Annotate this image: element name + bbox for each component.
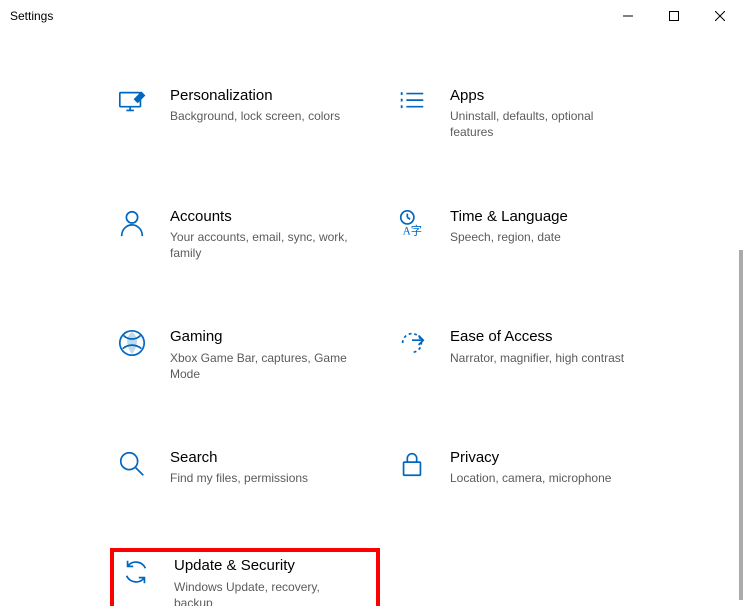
titlebar: Settings [0, 0, 743, 32]
accounts-icon [116, 207, 148, 239]
tile-title: Accounts [170, 207, 350, 227]
tile-title: Apps [450, 86, 630, 106]
tile-desc: Background, lock screen, colors [170, 108, 340, 124]
tile-title: Privacy [450, 448, 611, 468]
svg-text:A字: A字 [403, 223, 422, 237]
tile-accounts[interactable]: Accounts Your accounts, email, sync, wor… [110, 203, 380, 274]
tile-privacy[interactable]: Privacy Location, camera, microphone [390, 444, 660, 498]
tile-ease-of-access[interactable]: Ease of Access Narrator, magnifier, high… [390, 323, 660, 394]
tile-personalization[interactable]: Personalization Background, lock screen,… [110, 82, 380, 153]
tile-title: Search [170, 448, 308, 468]
tile-desc: Narrator, magnifier, high contrast [450, 350, 624, 366]
tile-desc: Windows Update, recovery, backup [174, 579, 354, 606]
apps-icon [396, 86, 428, 118]
tile-title: Ease of Access [450, 327, 624, 347]
tile-desc: Find my files, permissions [170, 470, 308, 486]
tile-desc: Location, camera, microphone [450, 470, 611, 486]
tile-title: Gaming [170, 327, 350, 347]
tile-desc: Speech, region, date [450, 229, 568, 245]
scrollbar[interactable] [739, 250, 743, 600]
tile-apps[interactable]: Apps Uninstall, defaults, optional featu… [390, 82, 660, 153]
personalization-icon [116, 86, 148, 118]
tile-title: Personalization [170, 86, 340, 106]
tile-gaming[interactable]: Gaming Xbox Game Bar, captures, Game Mod… [110, 323, 380, 394]
maximize-button[interactable] [651, 0, 697, 32]
gaming-icon [116, 327, 148, 359]
tile-desc: Xbox Game Bar, captures, Game Mode [170, 350, 350, 382]
tile-update-security[interactable]: Update & Security Windows Update, recove… [110, 548, 380, 606]
update-icon [120, 556, 152, 588]
tile-search[interactable]: Search Find my files, permissions [110, 444, 380, 498]
settings-grid: Personalization Background, lock screen,… [0, 32, 743, 606]
tile-title: Time & Language [450, 207, 568, 227]
ease-of-access-icon [396, 327, 428, 359]
lock-icon [396, 448, 428, 480]
tile-title: Update & Security [174, 556, 354, 576]
close-button[interactable] [697, 0, 743, 32]
tile-desc: Your accounts, email, sync, work, family [170, 229, 350, 261]
minimize-button[interactable] [605, 0, 651, 32]
window-title: Settings [10, 9, 53, 23]
time-language-icon: A字 [396, 207, 428, 239]
search-icon [116, 448, 148, 480]
window-controls [605, 0, 743, 32]
tile-time-language[interactable]: A字 Time & Language Speech, region, date [390, 203, 660, 274]
tile-desc: Uninstall, defaults, optional features [450, 108, 630, 140]
